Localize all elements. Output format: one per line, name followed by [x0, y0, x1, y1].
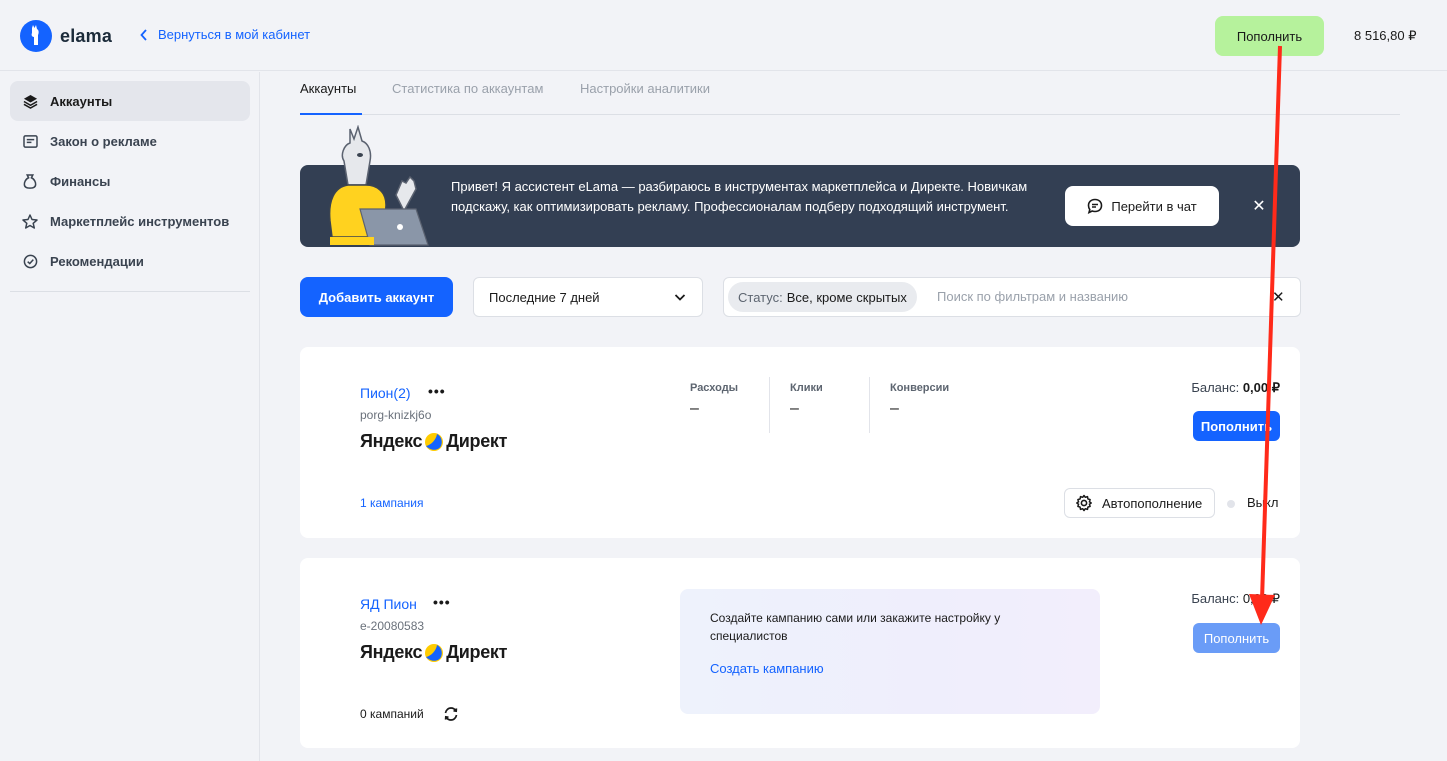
- period-select-value: Последние 7 дней: [489, 289, 600, 305]
- status-filter-value: Все, кроме скрытых: [786, 289, 907, 305]
- back-to-cabinet-link[interactable]: Вернуться в мой кабинет: [140, 27, 310, 42]
- yandex-ball-icon: [425, 643, 444, 662]
- autorefill-label: Автопополнение: [1102, 495, 1203, 511]
- add-account-button[interactable]: Добавить аккаунт: [300, 277, 453, 317]
- balance-value: 0,00 ₽: [1242, 591, 1280, 606]
- metric-value: –: [690, 400, 699, 417]
- create-campaign-link[interactable]: Создать кампанию: [710, 661, 824, 676]
- go-to-chat-button[interactable]: Перейти в чат: [1065, 186, 1219, 226]
- platform-name-right: Директ: [446, 642, 508, 662]
- platform-name-left: Яндекс: [360, 431, 423, 451]
- more-options-icon[interactable]: •••: [428, 383, 446, 399]
- star-icon: [22, 213, 38, 229]
- account-balance: 8 516,80 ₽: [1354, 28, 1417, 43]
- status-filter-chip[interactable]: Статус: Все, кроме скрытых: [728, 282, 917, 312]
- account-login: e-20080583: [360, 619, 425, 633]
- metric-label: Конверсии: [890, 382, 950, 394]
- back-link-label: Вернуться в мой кабинет: [158, 27, 311, 42]
- platform-name-right: Директ: [446, 431, 508, 451]
- metric-divider: [769, 377, 770, 433]
- campaigns-count: 0 кампаний: [360, 707, 424, 721]
- close-icon[interactable]: ✕: [1251, 196, 1267, 216]
- assistant-message: Привет! Я ассистент eLama — разбираюсь в…: [451, 179, 1028, 214]
- yandex-direct-logo: Яндекс Директ: [360, 431, 507, 452]
- status-filter-label: Статус:: [738, 289, 783, 305]
- sidebar-item-marketplace[interactable]: Маркетплейс инструментов: [10, 201, 250, 241]
- sidebar-item-label: Финансы: [50, 173, 111, 189]
- yandex-ball-icon: [425, 432, 444, 451]
- balance-label: Баланс:: [1191, 380, 1240, 395]
- document-icon: [22, 133, 38, 149]
- account-name-link[interactable]: ЯД Пион: [360, 596, 417, 612]
- account-balance-line: Баланс: 0,00 ₽: [1191, 380, 1280, 396]
- check-circle-icon: [22, 253, 38, 269]
- refill-button[interactable]: Пополнить: [1193, 411, 1280, 441]
- logo-text: elama: [60, 25, 113, 46]
- campaigns-link[interactable]: 1 кампания: [360, 496, 423, 510]
- autorefill-status-dot: [1227, 500, 1235, 508]
- sidebar-divider: [10, 291, 250, 292]
- sidebar-item-finance[interactable]: Финансы: [10, 161, 250, 201]
- gear-icon: [1076, 494, 1092, 512]
- layers-icon: [22, 93, 38, 109]
- metric-value: –: [890, 400, 899, 417]
- account-card: Пион(2) ••• porg-knizkj6o Яндекс Директ …: [300, 347, 1300, 538]
- tabs-bar: Аккаунты Статистика по аккаунтам Настрой…: [300, 72, 1400, 115]
- llama-mascot-illustration: [328, 125, 429, 246]
- metric-spend: Расходы –: [690, 382, 738, 434]
- period-select[interactable]: Последние 7 дней: [473, 277, 703, 317]
- tab-analytics-settings[interactable]: Настройки аналитики: [580, 81, 710, 96]
- metric-label: Клики: [790, 382, 823, 394]
- balance-label: Баланс:: [1191, 591, 1240, 606]
- assistant-banner: Привет! Я ассистент eLama — разбираюсь в…: [300, 165, 1300, 247]
- refresh-icon[interactable]: [442, 705, 460, 723]
- more-options-icon[interactable]: •••: [433, 594, 451, 610]
- autorefill-state[interactable]: Выкл: [1247, 495, 1278, 510]
- active-tab-indicator: [300, 113, 362, 115]
- sidebar: Аккаунты Закон о рекламе Финансы Маркетп…: [0, 72, 260, 761]
- promo-text: Создайте кампанию сами или закажите наст…: [710, 611, 1001, 643]
- chevron-left-icon: [140, 28, 147, 41]
- top-header: elama Вернуться в мой кабинет Пополнить …: [0, 0, 1447, 71]
- sidebar-item-label: Аккаунты: [50, 93, 113, 109]
- account-balance-line: Баланс: 0,00 ₽: [1191, 591, 1280, 607]
- sidebar-item-label: Закон о рекламе: [50, 133, 157, 149]
- account-name-link[interactable]: Пион(2): [360, 385, 411, 401]
- chevron-down-icon: [674, 294, 686, 301]
- metric-value: –: [790, 400, 799, 417]
- sidebar-item-recommendations[interactable]: Рекомендации: [10, 241, 250, 281]
- sidebar-item-accounts[interactable]: Аккаунты: [10, 81, 250, 121]
- sidebar-item-label: Рекомендации: [50, 253, 144, 269]
- refill-button[interactable]: Пополнить: [1193, 623, 1280, 653]
- elama-logo[interactable]: elama: [20, 20, 112, 52]
- filter-search-box: Статус: Все, кроме скрытых ✕: [723, 277, 1301, 317]
- sidebar-item-ad-law[interactable]: Закон о рекламе: [10, 121, 250, 161]
- tab-accounts[interactable]: Аккаунты: [300, 81, 356, 96]
- chat-button-label: Перейти в чат: [1111, 198, 1197, 214]
- metric-label: Расходы: [690, 382, 739, 394]
- clear-filter-icon[interactable]: ✕: [1272, 288, 1285, 306]
- account-login: porg-knizkj6o: [360, 408, 432, 422]
- sidebar-item-label: Маркетплейс инструментов: [50, 213, 230, 229]
- platform-name-left: Яндекс: [360, 642, 423, 662]
- account-card: ЯД Пион ••• e-20080583 Яндекс Директ Соз…: [300, 558, 1300, 748]
- yandex-direct-logo: Яндекс Директ: [360, 642, 507, 663]
- metric-clicks: Клики –: [790, 382, 823, 434]
- autorefill-button[interactable]: Автопополнение: [1064, 488, 1215, 518]
- llama-logo-icon: [20, 20, 52, 52]
- tab-account-stats[interactable]: Статистика по аккаунтам: [392, 81, 543, 96]
- filter-search-input[interactable]: [937, 289, 1257, 304]
- money-bag-icon: [22, 173, 38, 189]
- create-campaign-promo: Создайте кампанию сами или закажите наст…: [680, 589, 1100, 714]
- top-refill-button[interactable]: Пополнить: [1215, 16, 1324, 56]
- balance-value: 0,00 ₽: [1242, 380, 1280, 395]
- metric-divider: [869, 377, 870, 433]
- metric-conversions: Конверсии –: [890, 382, 949, 434]
- chat-bubble-icon: [1088, 198, 1103, 214]
